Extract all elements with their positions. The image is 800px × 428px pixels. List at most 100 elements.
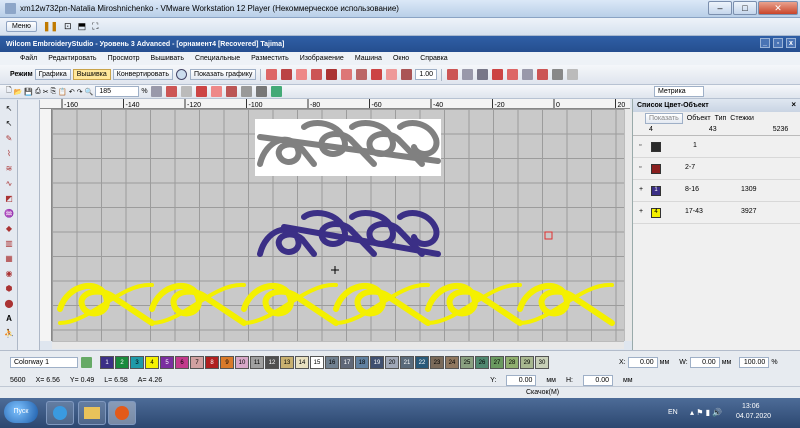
digitize-tool-icon[interactable]: ∿ bbox=[2, 177, 16, 190]
branch-tool-icon[interactable]: ♒ bbox=[2, 207, 16, 220]
view-icon-2[interactable] bbox=[462, 69, 474, 80]
column-tool-icon[interactable]: ▦ bbox=[2, 252, 16, 265]
print-icon[interactable]: ⎙ bbox=[35, 88, 41, 96]
menu-file[interactable]: Файл bbox=[20, 55, 37, 62]
density-icon[interactable] bbox=[401, 69, 413, 80]
pattern-icon[interactable] bbox=[311, 69, 323, 80]
copy-icon[interactable]: ⎘ bbox=[51, 88, 57, 96]
scale-field[interactable]: 100.00 bbox=[739, 357, 770, 368]
devices-icon[interactable]: ⬒ bbox=[78, 21, 87, 32]
app-close-button[interactable]: x bbox=[786, 38, 796, 48]
maximize-button[interactable]: □ bbox=[733, 1, 757, 15]
embroidery-mode-button[interactable]: Вышивка bbox=[72, 69, 111, 80]
globe-icon[interactable] bbox=[176, 69, 188, 80]
save-icon[interactable]: 💾 bbox=[24, 88, 33, 96]
yellow-border-motif[interactable] bbox=[57, 282, 615, 326]
language-indicator[interactable]: EN bbox=[668, 409, 678, 416]
menu-edit[interactable]: Редактировать bbox=[48, 55, 96, 62]
palette-swatch[interactable]: 29 bbox=[520, 356, 534, 369]
palette-swatch[interactable]: 26 bbox=[475, 356, 489, 369]
new-icon[interactable]: 🗋 bbox=[6, 86, 12, 97]
palette-swatch[interactable]: 4 bbox=[145, 356, 159, 369]
cut-icon[interactable]: ✂ bbox=[43, 88, 49, 96]
palette-swatch[interactable]: 18 bbox=[355, 356, 369, 369]
list-item[interactable]: ▫ 1 bbox=[633, 136, 800, 158]
menu-stitch[interactable]: Вышивать bbox=[151, 55, 184, 62]
clock-time[interactable]: 13:06 bbox=[742, 403, 760, 410]
tray-icons[interactable]: ▴ ⚑ ▮ 🔊 bbox=[690, 408, 722, 417]
open-icon[interactable]: 📂 bbox=[14, 88, 23, 96]
palette-swatch[interactable]: 16 bbox=[325, 356, 339, 369]
view-icon-8[interactable] bbox=[552, 69, 564, 80]
palette-swatch[interactable]: 1 bbox=[100, 356, 114, 369]
show-graphics-button[interactable]: Показать графику bbox=[190, 69, 257, 80]
convert-button[interactable]: Конвертировать bbox=[112, 69, 174, 80]
view-icon-4[interactable] bbox=[492, 69, 504, 80]
menu-view[interactable]: Просмотр bbox=[108, 55, 140, 62]
menu-machine[interactable]: Машина bbox=[355, 55, 382, 62]
palette-swatch[interactable]: 20 bbox=[385, 356, 399, 369]
knife-tool-icon[interactable]: ⌇ bbox=[2, 147, 16, 160]
palette-swatch[interactable]: 22 bbox=[415, 356, 429, 369]
outline-icon[interactable] bbox=[386, 69, 398, 80]
lettering-tool-icon[interactable]: A bbox=[2, 312, 16, 325]
fill-tool-icon[interactable]: ◩ bbox=[2, 192, 16, 205]
grid-icon[interactable] bbox=[150, 86, 162, 97]
palette-swatch[interactable]: 8 bbox=[205, 356, 219, 369]
team-tool-icon[interactable]: ⛹ bbox=[2, 327, 16, 340]
colorway-icon[interactable] bbox=[81, 357, 92, 368]
ie-taskbar-icon[interactable] bbox=[46, 401, 74, 425]
motif-icon[interactable] bbox=[356, 69, 368, 80]
reshape-tool-icon[interactable]: ↖ bbox=[2, 117, 16, 130]
navy-motif[interactable] bbox=[257, 210, 441, 257]
view-icon-1[interactable] bbox=[447, 69, 459, 80]
run-stitch-icon[interactable] bbox=[296, 69, 308, 80]
app-minimize-button[interactable]: _ bbox=[760, 38, 770, 48]
palette-swatch[interactable]: 27 bbox=[490, 356, 504, 369]
palette-swatch[interactable]: 12 bbox=[265, 356, 279, 369]
3d-icon[interactable] bbox=[567, 69, 579, 80]
zoom-in-icon[interactable]: 🔍 bbox=[85, 88, 94, 96]
palette-swatch[interactable]: 28 bbox=[505, 356, 519, 369]
view-icon-7[interactable] bbox=[537, 69, 549, 80]
redo-icon[interactable]: ↷ bbox=[77, 88, 83, 96]
palette-swatch[interactable]: 14 bbox=[295, 356, 309, 369]
tatami-icon[interactable] bbox=[371, 69, 383, 80]
palette-swatch[interactable]: 25 bbox=[460, 356, 474, 369]
wave-icon[interactable] bbox=[326, 69, 338, 80]
stop-tool-icon[interactable]: ⬤ bbox=[2, 297, 16, 310]
trim-icon[interactable] bbox=[195, 86, 207, 97]
minimize-button[interactable]: – bbox=[708, 1, 732, 15]
satin-tool-icon[interactable]: ▥ bbox=[2, 237, 16, 250]
palette-swatch[interactable]: 2 bbox=[115, 356, 129, 369]
menu-arrange[interactable]: Разместить bbox=[251, 55, 289, 62]
colorway-select[interactable]: Colorway 1 bbox=[10, 357, 78, 368]
pause-icon[interactable]: ❚❚ bbox=[43, 21, 58, 32]
stitch-player-icon[interactable] bbox=[210, 86, 222, 97]
horizontal-scrollbar[interactable] bbox=[52, 341, 624, 349]
palette-swatch[interactable]: 15 bbox=[310, 356, 324, 369]
view-icon-3[interactable] bbox=[477, 69, 489, 80]
palette-swatch[interactable]: 21 bbox=[400, 356, 414, 369]
stitch-tool-icon[interactable]: ≋ bbox=[2, 162, 16, 175]
wilcom-taskbar-icon[interactable] bbox=[108, 401, 136, 425]
realistic-icon[interactable] bbox=[255, 86, 267, 97]
fullscreen-icon[interactable]: ⛶ bbox=[92, 21, 98, 32]
value-field[interactable]: 1.00 bbox=[415, 69, 438, 80]
satin-icon[interactable] bbox=[281, 69, 293, 80]
palette-swatch[interactable]: 23 bbox=[430, 356, 444, 369]
monogram-tool-icon[interactable]: ⬢ bbox=[2, 282, 16, 295]
show-button[interactable]: Показать bbox=[645, 112, 683, 124]
palette-swatch[interactable]: 19 bbox=[370, 356, 384, 369]
palette-swatch[interactable]: 3 bbox=[130, 356, 144, 369]
pen-tool-icon[interactable]: ✎ bbox=[2, 132, 16, 145]
menu-window[interactable]: Окно bbox=[393, 55, 409, 62]
palette-swatch[interactable]: 30 bbox=[535, 356, 549, 369]
y-field[interactable]: 0.00 bbox=[506, 374, 537, 386]
clock-date[interactable]: 04.07.2020 bbox=[736, 413, 771, 420]
panel-close-icon[interactable]: × bbox=[791, 100, 796, 109]
menu-special[interactable]: Специальные bbox=[195, 55, 240, 62]
slow-redraw-icon[interactable] bbox=[225, 86, 237, 97]
zigzag-icon[interactable] bbox=[341, 69, 353, 80]
vm-menu-button[interactable]: Меню bbox=[6, 21, 37, 32]
